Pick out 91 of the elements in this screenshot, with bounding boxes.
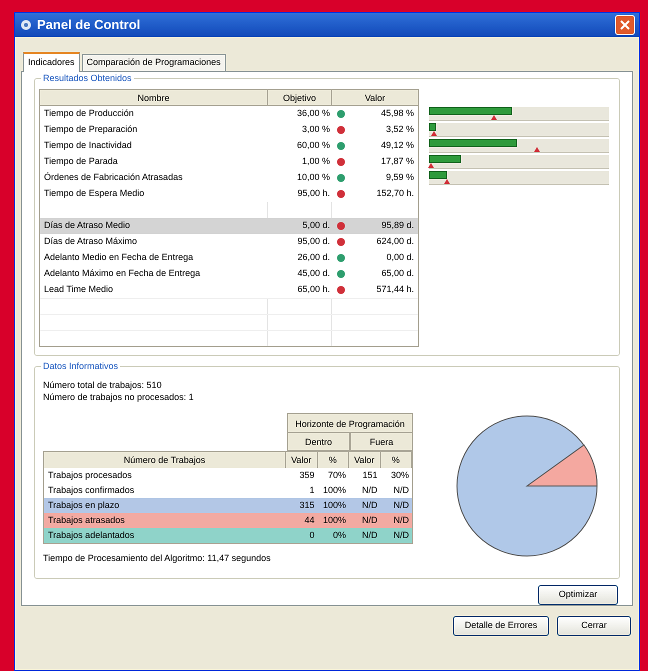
table-row[interactable]: Lead Time Medio 65,00 h. 571,44 h. — [40, 282, 418, 298]
table-cell-text: 70% — [326, 468, 347, 482]
column-group-header: Dentro — [287, 433, 350, 451]
table-row[interactable]: Días de Atraso Máximo 95,00 d. 624,00 d. — [40, 234, 418, 250]
table-cell-text: 10,00 % — [296, 171, 331, 184]
table-cell-text: 3,52 % — [384, 123, 415, 136]
table-cell-text: Tiempo de Producción — [43, 107, 135, 120]
table-cell-text: 9,59 % — [384, 171, 415, 184]
table-cell-text: 5,00 d. — [301, 219, 331, 232]
table-cell-text: N/D — [392, 484, 410, 497]
table-cell-text: 1 — [308, 484, 316, 497]
target-marker-icon — [444, 179, 450, 184]
table-cell-text: N/D — [392, 528, 410, 542]
optimize-button[interactable]: Optimizar — [538, 585, 618, 605]
table-cell-text: Tiempo de Parada — [43, 155, 119, 168]
target-marker-icon — [431, 131, 438, 136]
table-cell-text: 1,00 % — [300, 155, 331, 168]
table-cell-text: Trabajos confirmados — [47, 484, 136, 497]
column-group-header: Horizonte de Programación — [287, 413, 413, 433]
column-header: Objetivo — [268, 90, 332, 105]
table-cell-text: 65,00 h. — [296, 283, 331, 296]
table-cell-text: 100% — [322, 514, 347, 527]
column-group-header: Fuera — [350, 433, 413, 451]
table-cell-text: Adelanto Máximo en Fecha de Entrega — [43, 267, 202, 280]
table-cell-text: 359 — [298, 468, 316, 482]
table-cell-text: 571,44 h. — [375, 283, 415, 296]
table-cell-text: 36,00 % — [296, 107, 331, 120]
table-row[interactable]: Tiempo de Espera Medio 95,00 h. 152,70 h. — [40, 186, 418, 202]
dialog-button[interactable]: Cerrar — [557, 616, 631, 636]
table-cell-text: N/D — [392, 514, 410, 527]
window-title: Panel de Control — [37, 16, 142, 34]
table-cell-text: 49,12 % — [380, 139, 415, 152]
table-cell-text: N/D — [392, 498, 410, 512]
column-header: Nombre — [40, 90, 268, 105]
table-cell-text: 3,00 % — [300, 123, 331, 136]
table-row[interactable]: Tiempo de Preparación 3,00 % 3,52 % — [40, 122, 418, 138]
close-button[interactable] — [615, 15, 635, 35]
target-marker-icon — [534, 147, 540, 152]
table-cell-text: 315 — [298, 498, 316, 512]
target-marker-icon — [428, 163, 434, 168]
app-icon — [19, 18, 33, 32]
tab[interactable]: Indicadores — [23, 52, 80, 72]
table-row[interactable]: Adelanto Máximo en Fecha de Entrega 45,00 d. 65,00 d. — [40, 266, 418, 282]
processing-time-text: Tiempo de Procesamiento del Algoritmo: 11,47 segundos — [43, 552, 272, 565]
table-cell-text: Días de Atraso Medio — [43, 219, 132, 232]
table-cell-text: Trabajos adelantados — [47, 528, 136, 542]
table-row[interactable]: Tiempo de Parada 1,00 % 17,87 % — [40, 154, 418, 170]
table-row[interactable]: Días de Atraso Medio 5,00 d. 95,89 d. — [40, 218, 418, 234]
info-text: Número total de trabajos: 510 — [43, 379, 163, 391]
table-cell-text: 26,00 d. — [296, 251, 331, 264]
table-cell-text: Órdenes de Fabricación Atrasadas — [43, 171, 184, 184]
dialog-button[interactable]: Detalle de Errores — [453, 616, 549, 636]
table-cell-text: Lead Time Medio — [43, 283, 114, 296]
table-cell-text: 95,00 d. — [296, 235, 331, 248]
table-row[interactable]: Tiempo de Producción 36,00 % 45,98 % — [40, 106, 418, 122]
table-cell-text: 95,89 d. — [380, 219, 415, 232]
table-cell-text: 0 — [308, 528, 316, 542]
table-cell-text: Días de Atraso Máximo — [43, 235, 138, 248]
column-header: Valor — [364, 92, 386, 105]
table-cell-text: 152,70 h. — [375, 187, 415, 200]
table-cell-text: Tiempo de Espera Medio — [43, 187, 146, 200]
table-row[interactable]: Órdenes de Fabricación Atrasadas 10,00 % 9,59 % — [40, 170, 418, 186]
table-cell-text: 44 — [303, 514, 316, 527]
table-cell-text: 95,00 h. — [296, 187, 331, 200]
table-cell-text: N/D — [361, 484, 378, 497]
table-cell-text: 60,00 % — [296, 139, 331, 152]
close-icon — [620, 20, 630, 30]
table-cell-text: 100% — [322, 498, 347, 512]
table-cell-text: Trabajos en plazo — [47, 498, 120, 512]
table-cell-text: 30% — [390, 468, 410, 482]
table-cell-text: 100% — [322, 484, 347, 497]
table-cell-text: 17,87 % — [380, 155, 415, 168]
table-cell-text: 45,00 d. — [296, 267, 331, 280]
table-cell-text: 0,00 d. — [385, 251, 415, 264]
table-cell-text: 624,00 d. — [375, 235, 415, 248]
table-cell-text: Tiempo de Inactividad — [43, 139, 133, 152]
table-cell-text: 45,98 % — [380, 107, 415, 120]
table-cell-text: 151 — [361, 468, 378, 482]
table-cell-text: N/D — [361, 528, 378, 542]
table-cell-text: Trabajos procesados — [47, 468, 133, 482]
table-cell-text: Trabajos atrasados — [47, 514, 126, 527]
table-cell-text: 65,00 d. — [380, 267, 415, 280]
table-row[interactable]: Adelanto Medio en Fecha de Entrega 26,00 d. 0,00 d. — [40, 250, 418, 266]
table-row[interactable]: Tiempo de Inactividad 60,00 % 49,12 % — [40, 138, 418, 154]
tab[interactable]: Comparación de Programaciones — [82, 54, 226, 71]
table-cell-text: N/D — [361, 514, 378, 527]
table-cell-text: Adelanto Medio en Fecha de Entrega — [43, 251, 194, 264]
table-cell-text: Tiempo de Preparación — [43, 123, 138, 136]
table-cell-text: 0% — [332, 528, 347, 542]
info-text: Número de trabajos no procesados: 1 — [43, 391, 195, 403]
table-cell-text: N/D — [361, 498, 378, 512]
